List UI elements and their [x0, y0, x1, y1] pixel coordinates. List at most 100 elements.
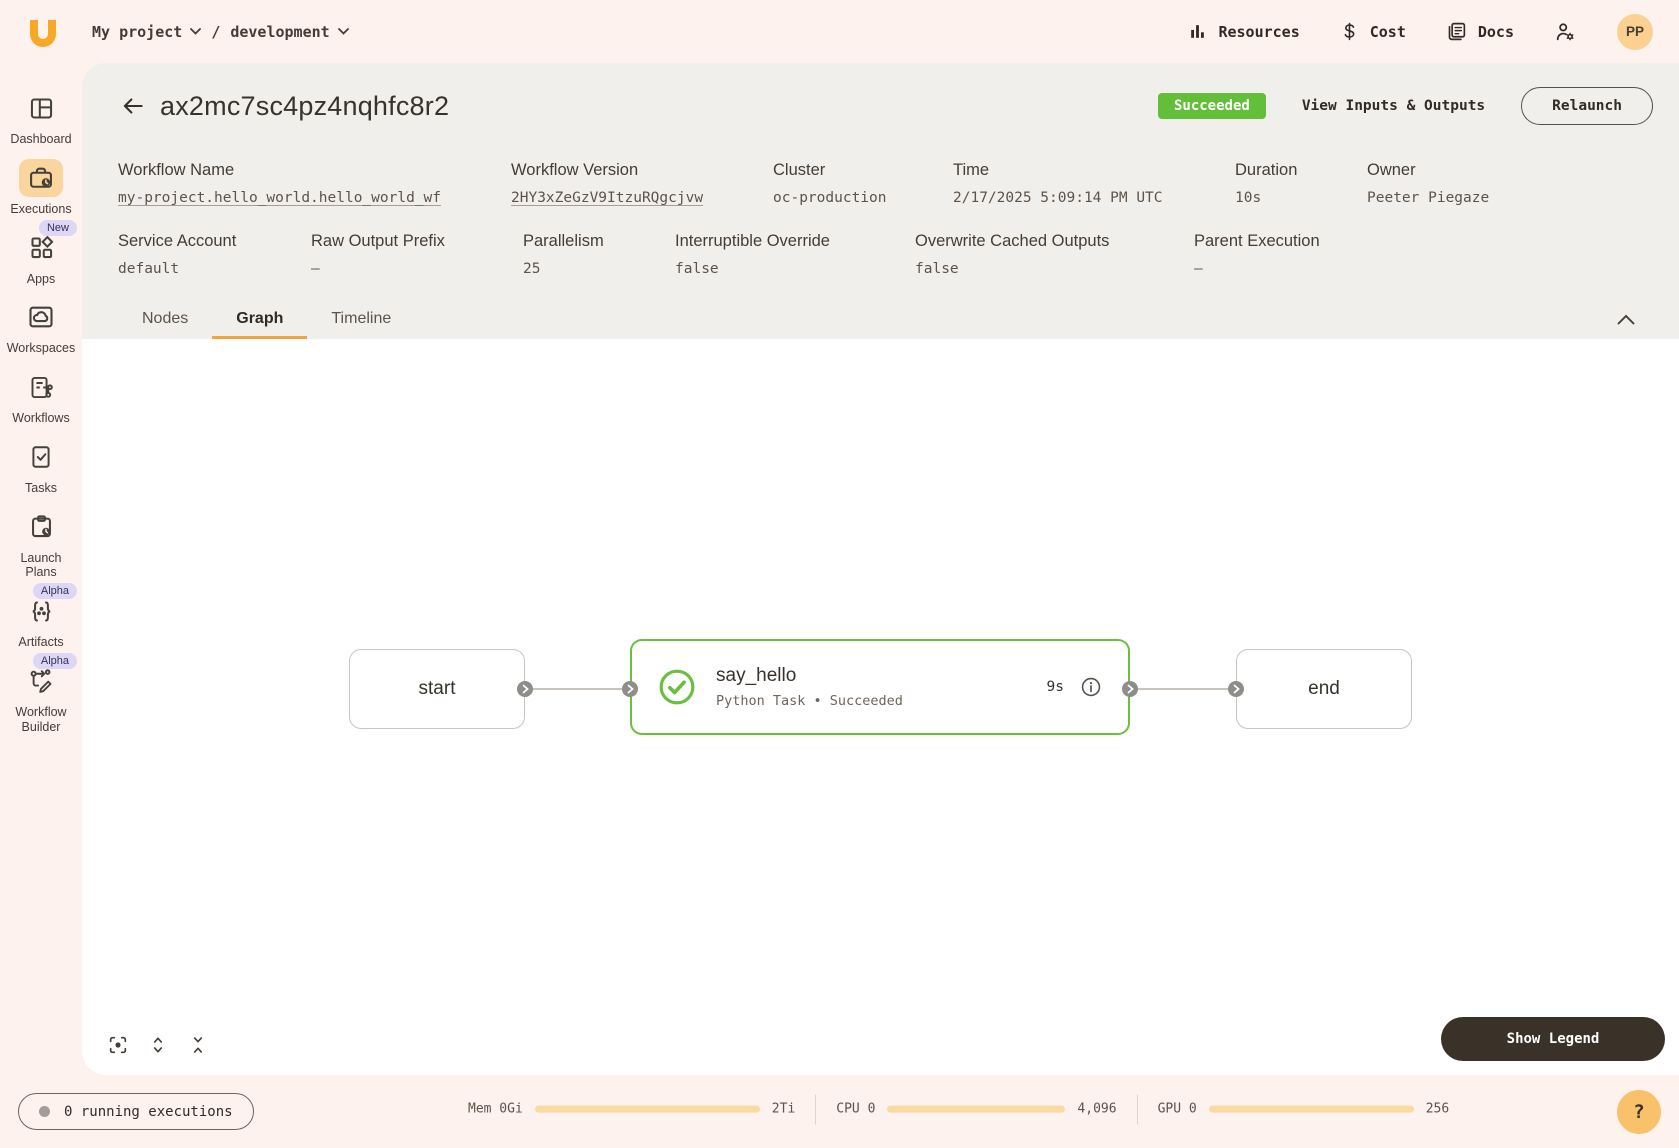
- memory-meter-bar: [535, 1106, 760, 1113]
- new-badge: New: [39, 220, 77, 236]
- execution-detail-panel: ax2mc7sc4pz4nqhfc8r2 Succeeded View Inpu…: [82, 63, 1679, 1075]
- sidebar-label: Tasks: [25, 481, 57, 496]
- gpu-meter-max: 256: [1426, 1102, 1449, 1117]
- success-check-icon: [658, 668, 696, 706]
- meta-cluster: Cluster oc-production: [773, 161, 953, 206]
- tab-graph[interactable]: Graph: [212, 299, 307, 339]
- graph-node-end[interactable]: end: [1236, 649, 1412, 729]
- domain-name: development: [230, 23, 329, 41]
- workflow-name-link[interactable]: my-project.hello_world.hello_world_wf: [118, 190, 511, 206]
- sidebar-label: Launch Plans: [5, 551, 77, 581]
- meta-owner: Owner Peeter Piegaze: [1367, 161, 1653, 206]
- sidebar-item-artifacts[interactable]: Alpha Artifacts: [0, 592, 82, 650]
- collapse-nodes-button[interactable]: [186, 1033, 210, 1057]
- back-button[interactable]: [118, 91, 148, 121]
- center-graph-button[interactable]: [106, 1033, 130, 1057]
- domain-selector[interactable]: development: [230, 23, 348, 41]
- graph-controls: [106, 1033, 210, 1057]
- show-legend-button[interactable]: Show Legend: [1441, 1017, 1665, 1061]
- user-settings-button[interactable]: [1554, 21, 1577, 43]
- tab-timeline[interactable]: Timeline: [307, 299, 415, 339]
- meta-parent-execution: Parent Execution –: [1194, 232, 1653, 277]
- sidebar-item-tasks[interactable]: Tasks: [0, 438, 82, 496]
- avatar-initials: PP: [1626, 24, 1644, 39]
- tab-nodes[interactable]: Nodes: [118, 299, 212, 339]
- status-bar: 0 running executions Mem 0Gi 2Ti CPU 0 4…: [0, 1075, 1679, 1148]
- sidebar: Dashboard Executions New: [0, 63, 82, 1075]
- project-selector[interactable]: My project: [92, 23, 201, 41]
- sidebar-label: Workflow Builder: [5, 705, 77, 735]
- gpu-meter-label: GPU 0: [1158, 1102, 1197, 1117]
- fold-vertical-icon: [188, 1034, 208, 1056]
- view-inputs-outputs-button[interactable]: View Inputs & Outputs: [1302, 98, 1485, 114]
- graph-node-start[interactable]: start: [349, 649, 525, 729]
- execution-id-title: ax2mc7sc4pz4nqhfc8r2: [160, 91, 449, 122]
- user-avatar[interactable]: PP: [1617, 14, 1653, 50]
- union-logo[interactable]: [24, 13, 62, 51]
- running-executions-label: 0 running executions: [64, 1104, 233, 1120]
- memory-meter: Mem 0Gi 2Ti: [468, 1102, 795, 1117]
- collapse-header-button[interactable]: [1613, 306, 1639, 332]
- memory-meter-label: Mem 0Gi: [468, 1102, 523, 1117]
- gpu-meter-bar: [1209, 1106, 1414, 1113]
- dollar-icon: [1340, 21, 1359, 42]
- status-dot-icon: [39, 1106, 50, 1117]
- sidebar-item-launch-plans[interactable]: Launch Plans: [0, 508, 82, 581]
- launch-plans-icon: [19, 508, 63, 546]
- metadata-row-2: Service Account default Raw Output Prefi…: [118, 232, 1653, 277]
- arrow-left-icon: [120, 93, 146, 119]
- graph-edge: [1130, 688, 1237, 690]
- cost-button[interactable]: Cost: [1340, 21, 1406, 42]
- resources-label: Resources: [1218, 23, 1299, 41]
- sidebar-label: Apps: [27, 272, 56, 287]
- help-label: ?: [1633, 1101, 1644, 1123]
- task-node-duration: 9s: [1047, 679, 1064, 695]
- memory-meter-max: 2Ti: [772, 1102, 795, 1117]
- expand-nodes-button[interactable]: [146, 1033, 170, 1057]
- edge-connector-icon: [1122, 681, 1138, 697]
- status-badge: Succeeded: [1158, 93, 1266, 119]
- workflows-icon: [19, 368, 63, 406]
- bar-chart-icon: [1188, 22, 1207, 41]
- workflow-graph-canvas[interactable]: start say_hello Python Task • Succeeded …: [82, 339, 1679, 1075]
- view-tabs: Nodes Graph Timeline: [118, 299, 1653, 339]
- sidebar-item-workflow-builder[interactable]: Alpha Workflow Builder: [0, 662, 82, 735]
- focus-center-icon: [107, 1034, 129, 1056]
- meta-workflow-version: Workflow Version 2HY3xZeGzV9ItzuRQgcjvw: [511, 161, 773, 206]
- cost-label: Cost: [1370, 23, 1406, 41]
- resources-button[interactable]: Resources: [1188, 22, 1299, 41]
- union-logo-icon: [25, 14, 61, 50]
- docs-label: Docs: [1478, 23, 1514, 41]
- metadata-row-1: Workflow Name my-project.hello_world.hel…: [118, 161, 1653, 206]
- edge-connector-icon: [517, 681, 533, 697]
- sidebar-label: Workflows: [12, 411, 69, 426]
- chevron-down-icon: [190, 28, 201, 35]
- docs-button[interactable]: Docs: [1446, 21, 1514, 42]
- gpu-meter: GPU 0 256: [1158, 1102, 1450, 1117]
- sidebar-item-workflows[interactable]: Workflows: [0, 368, 82, 426]
- task-node-title: say_hello: [716, 665, 903, 687]
- graph-node-say-hello[interactable]: say_hello Python Task • Succeeded 9s: [630, 639, 1130, 735]
- start-node-label: start: [419, 678, 456, 700]
- meta-parallelism: Parallelism 25: [523, 232, 675, 277]
- sidebar-item-workspaces[interactable]: Workspaces: [0, 298, 82, 356]
- sidebar-item-executions[interactable]: Executions: [0, 159, 82, 217]
- cpu-meter-bar: [887, 1106, 1065, 1113]
- sidebar-item-dashboard[interactable]: Dashboard: [0, 89, 82, 147]
- alpha-badge: Alpha: [33, 653, 77, 669]
- cpu-meter-label: CPU 0: [836, 1102, 875, 1117]
- sidebar-label: Executions: [10, 202, 71, 217]
- chevron-down-icon: [338, 28, 349, 35]
- help-button[interactable]: ?: [1617, 1090, 1661, 1134]
- running-executions-pill[interactable]: 0 running executions: [18, 1093, 254, 1130]
- end-node-label: end: [1308, 678, 1340, 700]
- cpu-meter-max: 4,096: [1077, 1102, 1116, 1117]
- meta-overwrite-cached-outputs: Overwrite Cached Outputs false: [915, 232, 1194, 277]
- meta-workflow-name: Workflow Name my-project.hello_world.hel…: [118, 161, 511, 206]
- edge-connector-icon: [1228, 681, 1244, 697]
- workflow-version-link[interactable]: 2HY3xZeGzV9ItzuRQgcjvw: [511, 190, 773, 206]
- sidebar-item-apps[interactable]: New Apps: [0, 229, 82, 287]
- info-icon[interactable]: [1080, 676, 1102, 698]
- relaunch-button[interactable]: Relaunch: [1521, 87, 1653, 125]
- workspaces-icon: [19, 298, 63, 336]
